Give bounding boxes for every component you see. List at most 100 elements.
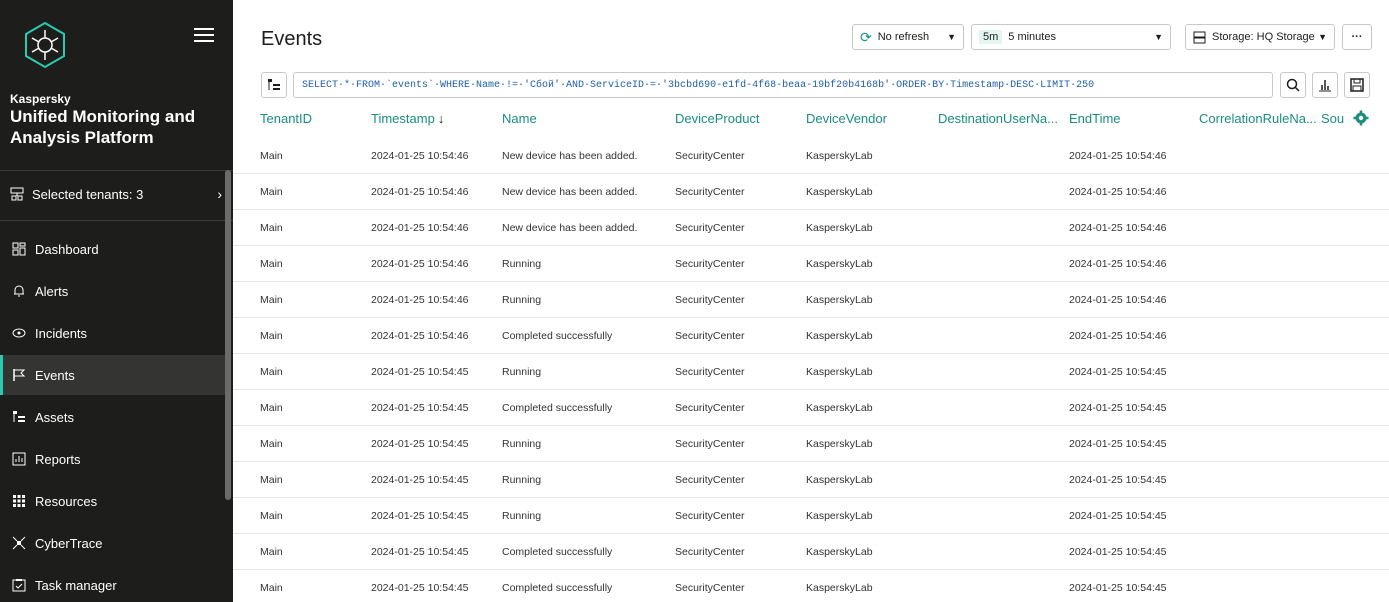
table-row[interactable]: Main 2024-01-25 10:54:45 Running SecurityCe… bbox=[233, 426, 1389, 462]
table-cell: SecurityCenter bbox=[675, 582, 745, 594]
tree-icon bbox=[267, 78, 281, 92]
chart-button[interactable] bbox=[1312, 72, 1338, 98]
column-header-timestamp[interactable]: Timestamp ↓ bbox=[371, 111, 444, 126]
column-header-devicevendor[interactable]: DeviceVendor bbox=[806, 111, 887, 126]
tenant-selector[interactable]: Selected tenants: 3 › bbox=[10, 180, 222, 208]
table-row[interactable]: Main 2024-01-25 10:54:46 Running SecurityCe… bbox=[233, 246, 1389, 282]
table-cell: 2024-01-25 10:54:46 bbox=[371, 294, 469, 306]
period-dropdown[interactable]: 5m 5 minutes ▼ bbox=[971, 24, 1171, 50]
table-cell: Main bbox=[260, 222, 283, 234]
table-cell: Main bbox=[260, 150, 283, 162]
table-cell: SecurityCenter bbox=[675, 438, 745, 450]
table-row[interactable]: Main 2024-01-25 10:54:46 New device has be… bbox=[233, 174, 1389, 210]
column-header-correlationrulename[interactable]: CorrelationRuleNa... bbox=[1199, 111, 1317, 126]
sidebar-item-alerts[interactable]: Alerts bbox=[0, 271, 225, 311]
table-cell: Completed successfully bbox=[502, 546, 613, 558]
table-cell: 2024-01-25 10:54:46 bbox=[371, 330, 469, 342]
refresh-icon: ⟳ bbox=[860, 28, 872, 45]
more-options-button[interactable]: ··· bbox=[1342, 24, 1372, 50]
query-builder-button[interactable] bbox=[261, 72, 287, 98]
table-cell: SecurityCenter bbox=[675, 186, 745, 198]
table-cell: KasperskyLab bbox=[806, 330, 873, 342]
table-cell: 2024-01-25 10:54:45 bbox=[1069, 474, 1167, 486]
query-input[interactable]: SELECT·*·FROM·`events`·WHERE·Name·!=·'Сб… bbox=[293, 72, 1273, 98]
table-cell: New device has been added. bbox=[502, 186, 638, 198]
kaspersky-logo-icon bbox=[20, 20, 70, 70]
sidebar-item-dashboard[interactable]: Dashboard bbox=[0, 229, 225, 269]
column-header-name[interactable]: Name bbox=[502, 111, 537, 126]
table-row[interactable]: Main 2024-01-25 10:54:46 New device has be… bbox=[233, 138, 1389, 174]
table-cell: Completed successfully bbox=[502, 582, 613, 594]
storage-icon bbox=[1193, 31, 1206, 44]
sidebar-item-assets[interactable]: Assets bbox=[0, 397, 225, 437]
column-header-destinationusername[interactable]: DestinationUserNa... bbox=[938, 111, 1058, 126]
sidebar-scrollbar[interactable] bbox=[225, 170, 231, 500]
table-cell: KasperskyLab bbox=[806, 546, 873, 558]
column-header-label: Timestamp bbox=[371, 111, 435, 126]
column-header-source[interactable]: Sou bbox=[1321, 111, 1344, 126]
table-cell: 2024-01-25 10:54:45 bbox=[371, 510, 469, 522]
table-cell: New device has been added. bbox=[502, 222, 638, 234]
table-cell: 2024-01-25 10:54:45 bbox=[371, 402, 469, 414]
sidebar-divider bbox=[0, 170, 233, 171]
sidebar-item-label: Incidents bbox=[35, 325, 88, 341]
table-cell: KasperskyLab bbox=[806, 510, 873, 522]
sidebar-item-reports[interactable]: Reports bbox=[0, 439, 225, 479]
table-row[interactable]: Main 2024-01-25 10:54:45 Completed success… bbox=[233, 534, 1389, 570]
menu-toggle-icon[interactable] bbox=[194, 28, 214, 44]
tenant-selector-label: Selected tenants: 3 bbox=[32, 186, 144, 202]
brand-name: Kaspersky bbox=[10, 92, 71, 106]
search-button[interactable] bbox=[1280, 72, 1306, 98]
table-cell: SecurityCenter bbox=[675, 294, 745, 306]
table-cell: 2024-01-25 10:54:45 bbox=[1069, 402, 1167, 414]
storage-dropdown[interactable]: Storage: HQ Storage ▼ bbox=[1185, 24, 1335, 50]
table-cell: KasperskyLab bbox=[806, 222, 873, 234]
sidebar-item-resources[interactable]: Resources bbox=[0, 481, 225, 521]
table-cell: KasperskyLab bbox=[806, 150, 873, 162]
table-cell: SecurityCenter bbox=[675, 402, 745, 414]
column-header-tenantid[interactable]: TenantID bbox=[260, 111, 312, 126]
reports-icon bbox=[12, 452, 26, 466]
table-cell: Completed successfully bbox=[502, 330, 613, 342]
table-cell: Main bbox=[260, 546, 283, 558]
table-row[interactable]: Main 2024-01-25 10:54:45 Running SecurityCe… bbox=[233, 462, 1389, 498]
sidebar-item-label: CyberTrace bbox=[35, 535, 103, 551]
table-cell: 2024-01-25 10:54:45 bbox=[1069, 582, 1167, 594]
table-cell: Main bbox=[260, 402, 283, 414]
table-cell: KasperskyLab bbox=[806, 294, 873, 306]
table-row[interactable]: Main 2024-01-25 10:54:45 Completed success… bbox=[233, 390, 1389, 426]
events-icon bbox=[12, 368, 26, 382]
cybertrace-icon bbox=[12, 536, 26, 550]
column-header-endtime[interactable]: EndTime bbox=[1069, 111, 1121, 126]
table-cell: Main bbox=[260, 474, 283, 486]
search-icon bbox=[1286, 78, 1300, 92]
table-cell: 2024-01-25 10:54:46 bbox=[371, 222, 469, 234]
refresh-dropdown[interactable]: ⟳ No refresh ▼ bbox=[852, 24, 964, 50]
table-cell: 2024-01-25 10:54:46 bbox=[1069, 150, 1167, 162]
table-row[interactable]: Main 2024-01-25 10:54:45 Completed success… bbox=[233, 570, 1389, 602]
table-row[interactable]: Main 2024-01-25 10:54:45 Running SecurityCe… bbox=[233, 498, 1389, 534]
chevron-down-icon: ▼ bbox=[1318, 32, 1327, 42]
table-row[interactable]: Main 2024-01-25 10:54:46 Running SecurityCe… bbox=[233, 282, 1389, 318]
period-label: 5 minutes bbox=[1008, 31, 1056, 43]
table-cell: Main bbox=[260, 510, 283, 522]
table-cell: SecurityCenter bbox=[675, 150, 745, 162]
period-badge: 5m bbox=[979, 30, 1003, 44]
table-row[interactable]: Main 2024-01-25 10:54:46 Completed success… bbox=[233, 318, 1389, 354]
column-header-deviceproduct[interactable]: DeviceProduct bbox=[675, 111, 760, 126]
sidebar-item-label: Dashboard bbox=[35, 241, 99, 257]
sidebar-item-task-manager[interactable]: Task manager bbox=[0, 565, 225, 602]
table-cell: 2024-01-25 10:54:45 bbox=[1069, 366, 1167, 378]
gear-icon[interactable] bbox=[1353, 110, 1369, 126]
sidebar-item-label: Task manager bbox=[35, 577, 117, 593]
sidebar-item-incidents[interactable]: Incidents bbox=[0, 313, 225, 353]
sidebar-item-events[interactable]: Events bbox=[0, 355, 225, 395]
table-cell: Running bbox=[502, 294, 542, 306]
product-name: Unified Monitoring and Analysis Platform bbox=[10, 107, 196, 147]
sidebar-divider bbox=[0, 220, 233, 221]
save-button[interactable] bbox=[1344, 72, 1370, 98]
sidebar-item-cybertrace[interactable]: CyberTrace bbox=[0, 523, 225, 563]
table-row[interactable]: Main 2024-01-25 10:54:45 Running SecurityCe… bbox=[233, 354, 1389, 390]
bar-chart-icon bbox=[1318, 78, 1332, 92]
table-row[interactable]: Main 2024-01-25 10:54:46 New device has be… bbox=[233, 210, 1389, 246]
